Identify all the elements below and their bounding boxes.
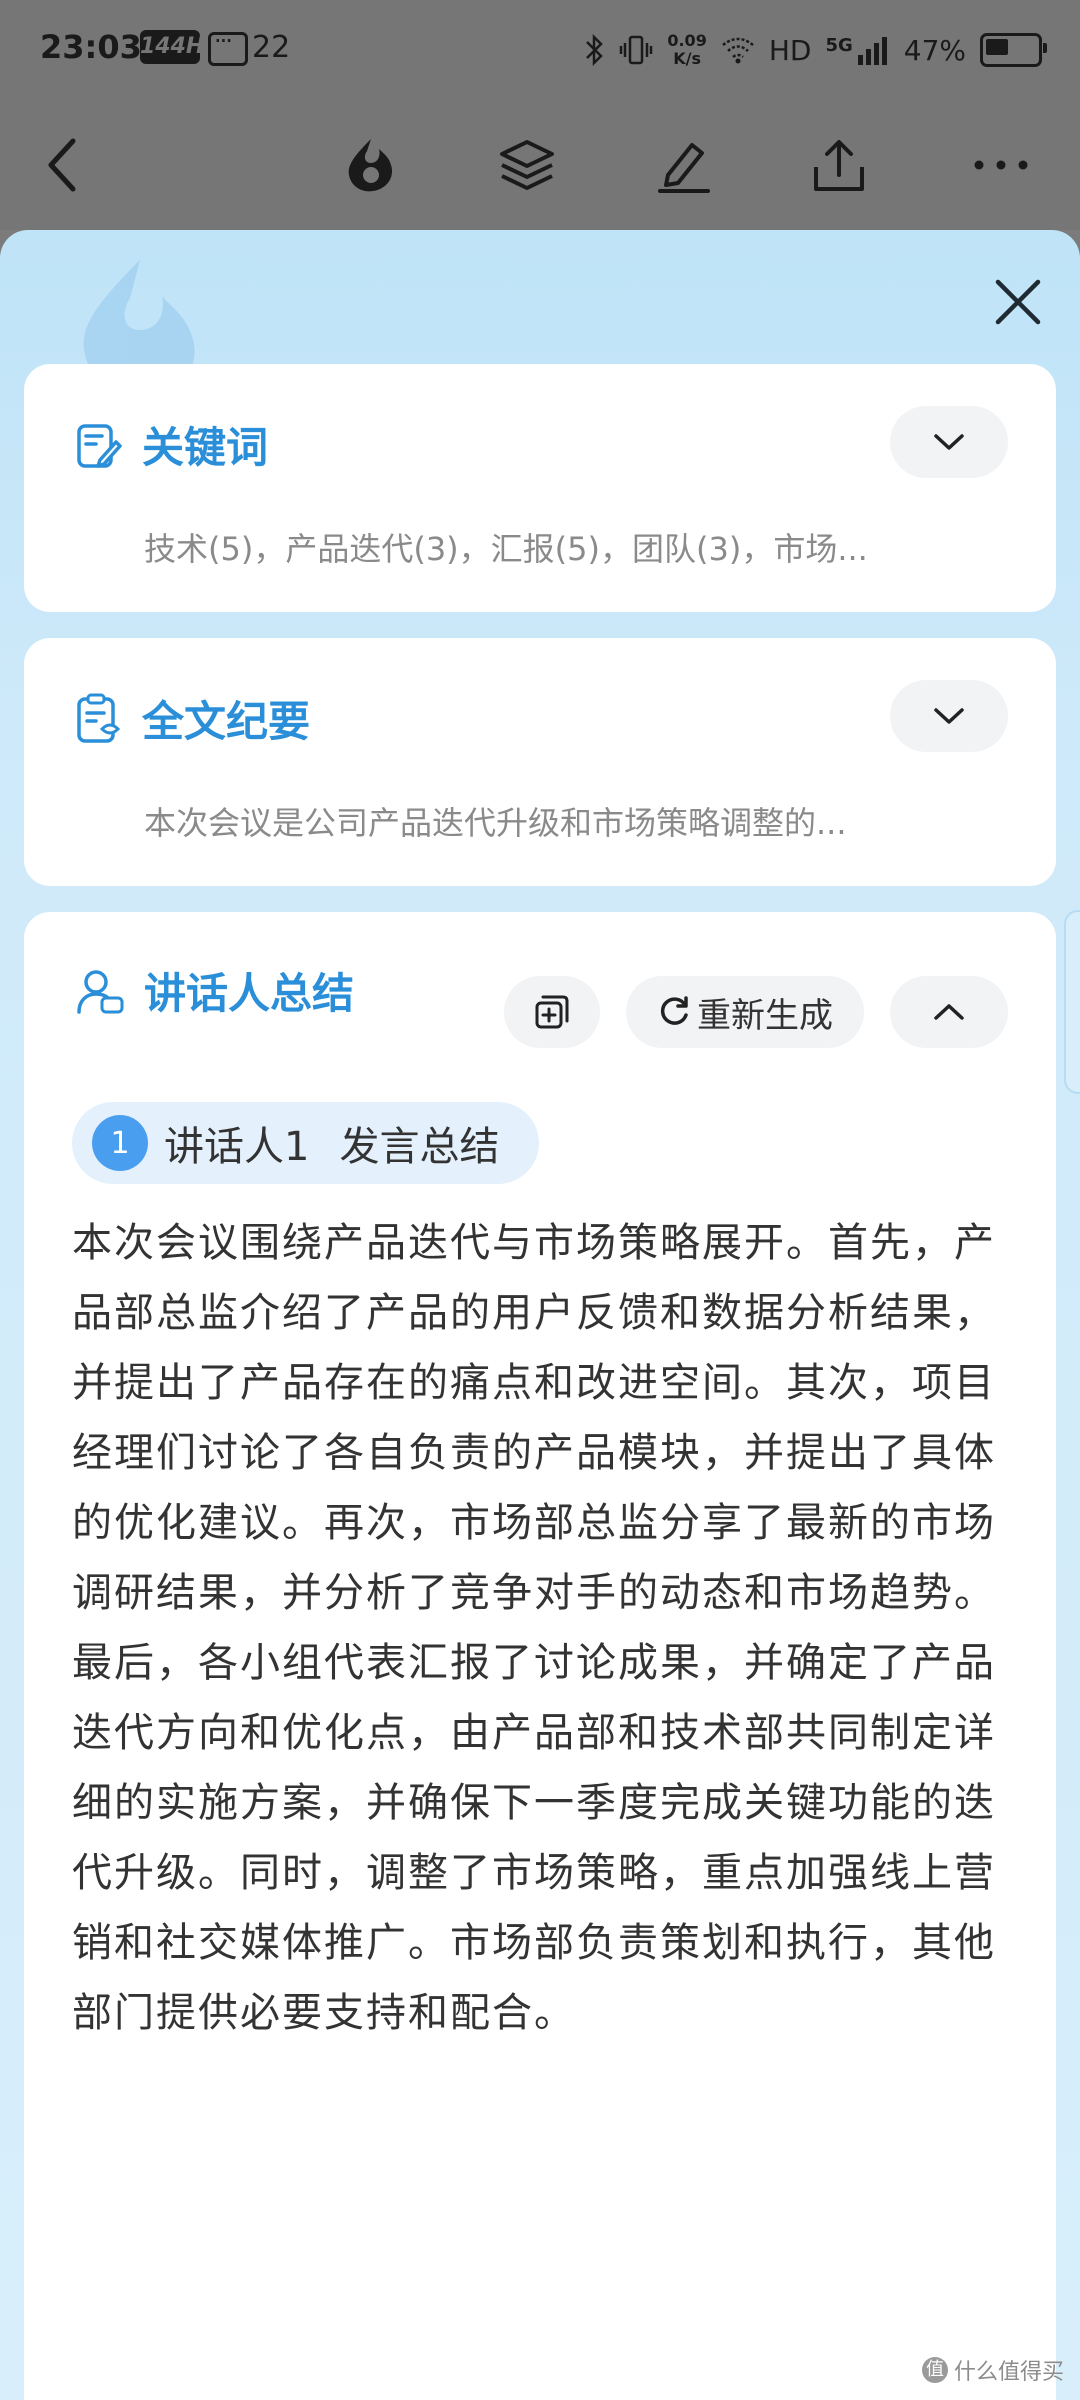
speaker-summary-header: 讲话人总结 [76,960,354,1021]
signal-group: 5G [825,35,889,65]
battery-icon [980,33,1047,67]
bluetooth-icon [586,34,604,66]
status-bar: 23:03 144Hz 22 0.09 K/s HD 5G [0,0,1080,100]
site-watermark: 值 什么值得买 [921,2354,1064,2386]
keywords-title: 关键词 [142,423,269,472]
logo-icon [348,139,393,192]
watermark-logo-mark: 值 [921,2357,948,2383]
more-icon [974,160,1028,170]
full-summary-header: 全文纪要 [76,688,310,749]
share-button[interactable] [804,130,874,200]
copy-add-icon [535,995,569,1029]
share-icon [814,140,864,191]
hd-label: HD [768,33,812,67]
speaker-number-badge: 1 [92,1115,148,1171]
speaker-tag[interactable]: 1 讲话人1 发言总结 [72,1102,540,1184]
full-summary-title: 全文纪要 [142,697,311,746]
side-handle[interactable] [1064,910,1080,1094]
full-summary-preview: 本次会议是公司产品迭代升级和市场策略调整的... [144,804,847,842]
network-label: 5G [825,35,853,56]
top-toolbar [0,100,1080,230]
ai-summary-panel: 关键词 技术(5)，产品迭代(3)，汇报(5)，团队(3)，市场... 全文纪要… [0,230,1080,2400]
keywords-header: 关键词 [76,414,268,475]
app-logo-button[interactable] [336,130,406,200]
close-button[interactable] [986,270,1050,334]
wifi-icon [722,37,754,64]
layers-button[interactable] [492,130,562,200]
keywords-icon [77,423,122,468]
back-button[interactable] [28,130,98,200]
status-right-cluster: 0.09 K/s HD 5G 47% [583,30,1047,70]
full-summary-card[interactable]: 全文纪要 本次会议是公司产品迭代升级和市场策略调整的... [24,638,1056,886]
layers-icon [500,140,554,190]
watermark-text: 什么值得买 [953,2360,1064,2385]
status-time: 23:03 [40,28,142,66]
speaker-icon [77,969,124,1014]
regenerate-button[interactable]: 重新生成 [626,976,864,1048]
speaker-summary-text: 本次会议围绕产品迭代与市场策略展开。首先，产品部总监介绍了产品的用户反馈和数据分… [72,1220,996,2036]
speaker-summary-collapse-button[interactable] [890,976,1008,1048]
speaker-name: 讲话人1 [164,1124,310,1170]
battery-percent: 47% [903,33,966,67]
keywords-preview: 技术(5)，产品迭代(3)，汇报(5)，团队(3)，市场... [144,530,868,568]
speaker-summary-title: 讲话人总结 [144,969,355,1018]
net-speed-unit: K/s [673,49,701,68]
back-icon [48,138,76,192]
chevron-up-icon [934,1004,964,1020]
message-count: 22 [252,30,291,65]
keywords-card[interactable]: 关键词 技术(5)，产品迭代(3)，汇报(5)，团队(3)，市场... [24,364,1056,612]
message-icon [208,27,248,66]
net-speed: 0.09 K/s [667,32,706,68]
refresh-icon [660,996,688,1025]
signal-icon [857,37,887,65]
copy-button[interactable] [504,976,600,1048]
regenerate-label: 重新生成 [697,995,833,1036]
more-button[interactable] [966,130,1036,200]
edit-icon [658,143,710,193]
speaker-sub-label: 发言总结 [339,1124,500,1170]
chevron-down-icon [934,434,964,450]
chevron-down-icon [934,708,964,724]
net-speed-value: 0.09 [667,31,707,50]
speaker-summary-card: 讲话人总结 重新生成 1 讲话人1 发言总结 本次会议围绕产品迭代与市场策略展开… [24,912,1056,2400]
vibrate-icon [620,35,653,65]
summary-doc-icon [77,693,121,743]
edit-button[interactable] [648,130,718,200]
refresh-rate-badge: 144Hz [140,30,217,64]
close-icon [995,279,1041,325]
full-summary-expand-button[interactable] [890,680,1008,752]
keywords-expand-button[interactable] [890,406,1008,478]
